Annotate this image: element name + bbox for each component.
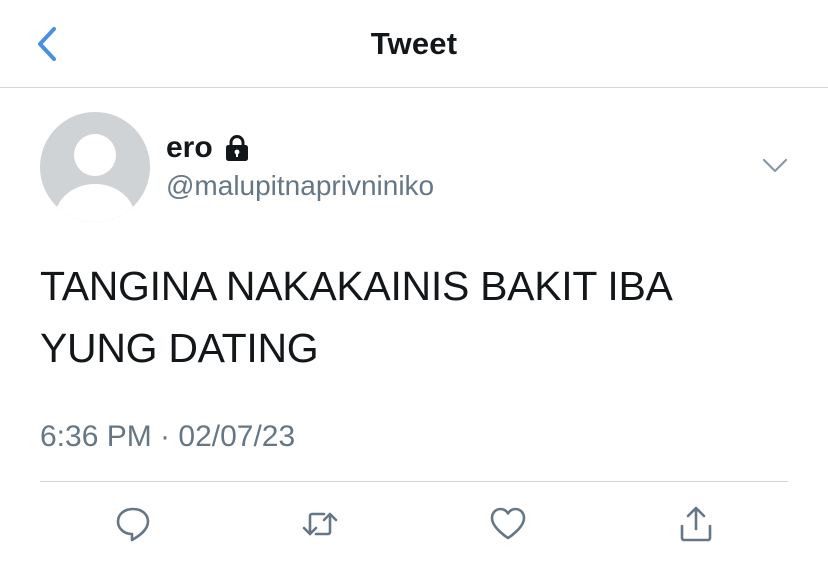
retweet-button[interactable]	[300, 504, 340, 544]
top-navigation-bar: Tweet	[0, 0, 828, 88]
page-title: Tweet	[370, 26, 458, 61]
divider	[40, 481, 788, 482]
like-button[interactable]	[488, 504, 528, 544]
avatar[interactable]	[40, 112, 150, 222]
share-button[interactable]	[676, 504, 716, 544]
like-icon	[490, 507, 526, 540]
tweet-text-line: TANGINA NAKAKAINIS BAKIT IBA	[40, 263, 673, 309]
tweet-menu-button[interactable]	[760, 152, 790, 180]
retweet-icon	[302, 512, 338, 536]
reply-button[interactable]	[113, 504, 153, 544]
default-avatar-icon	[55, 134, 135, 222]
reply-icon	[116, 507, 150, 542]
chevron-down-icon	[762, 158, 788, 173]
username[interactable]: @malupitnaprivniniko	[166, 170, 434, 202]
tweet-timestamp[interactable]: 6:36 PM · 02/07/23	[40, 420, 295, 454]
share-icon	[680, 506, 712, 542]
tweet-text: TANGINA NAKAKAINIS BAKIT IBA YUNG DATING	[40, 255, 760, 379]
tweet-text-line: YUNG DATING	[40, 325, 319, 371]
lock-icon	[222, 133, 252, 163]
display-name[interactable]: ero	[166, 131, 213, 165]
author-name-row[interactable]: ero	[166, 130, 252, 166]
